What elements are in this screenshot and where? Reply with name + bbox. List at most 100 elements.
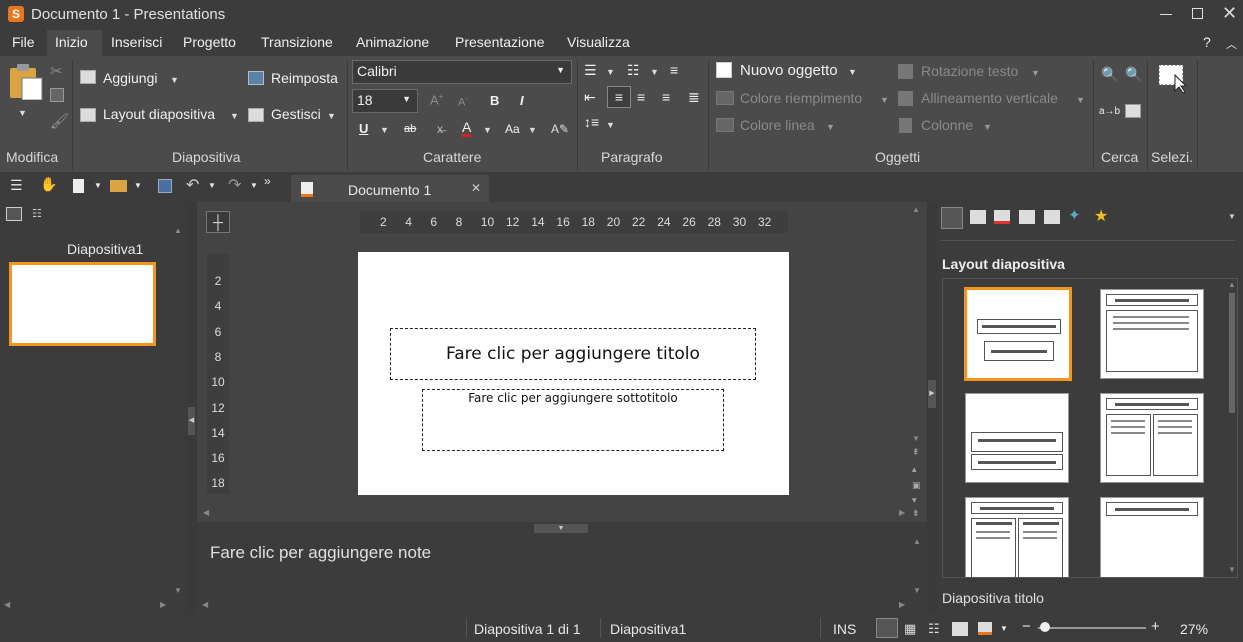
status-mode[interactable]: INS: [833, 621, 856, 637]
close-tab-icon[interactable]: ✕: [471, 181, 481, 195]
notes-scroll-left-icon[interactable]: ◀: [202, 600, 208, 609]
columns-dropdown-icon[interactable]: ▼: [983, 122, 992, 132]
more-icon[interactable]: »: [264, 174, 271, 188]
app-icon[interactable]: S: [8, 6, 24, 22]
align-right-icon[interactable]: ≡: [662, 89, 670, 105]
gestisci-dropdown-icon[interactable]: ▼: [327, 111, 336, 121]
font-size-select[interactable]: 18 ▼: [352, 89, 418, 113]
vertical-align-dropdown-icon[interactable]: ▼: [1076, 95, 1085, 105]
vertical-ruler[interactable]: 2 4 6 8 10 12 14 16 18: [207, 254, 229, 494]
left-panel-splitter[interactable]: ◀: [186, 202, 197, 614]
zoom-out-button[interactable]: −: [1022, 618, 1031, 635]
scroll-right-icon[interactable]: ▶: [160, 600, 166, 609]
scroll-down-icon[interactable]: ▼: [912, 434, 920, 443]
italic-button[interactable]: I: [520, 93, 524, 108]
scroll-up-icon[interactable]: ▲: [912, 205, 920, 214]
font-color-button[interactable]: A: [462, 120, 472, 137]
ruler-origin[interactable]: ┼: [206, 211, 230, 233]
save-icon[interactable]: [158, 179, 172, 193]
collapse-left-icon[interactable]: ◀: [188, 407, 195, 435]
slide-canvas[interactable]: Fare clic per aggiungere titolo Fare cli…: [358, 252, 789, 495]
panel-menu-icon[interactable]: ▼: [1228, 212, 1236, 221]
normal-view-icon[interactable]: [876, 618, 898, 638]
format-painter-icon[interactable]: 🖌: [50, 112, 69, 130]
notes-view-icon[interactable]: [952, 622, 968, 636]
subtitle-placeholder[interactable]: Fare clic per aggiungere sottotitolo: [422, 389, 724, 451]
star-icon[interactable]: ★: [1094, 206, 1108, 226]
numbered-list-icon[interactable]: ☷: [627, 62, 640, 79]
transition-panel-icon[interactable]: [970, 210, 986, 224]
collapse-ribbon-icon[interactable]: ︿: [1226, 36, 1237, 52]
layout-dropdown-icon[interactable]: ▼: [230, 111, 239, 121]
cut-icon[interactable]: ✂: [50, 62, 63, 80]
colore-linea-button[interactable]: Colore linea: [740, 117, 815, 133]
scroll-right-icon[interactable]: ▶: [899, 508, 905, 517]
scroll-left-icon[interactable]: ◀: [4, 600, 10, 609]
gallery-scrollbar[interactable]: ▲ ▼: [1227, 279, 1237, 577]
master-panel-icon[interactable]: [1044, 210, 1060, 224]
notes-area[interactable]: Fare clic per aggiungere note ▲ ▼ ◀ ▶: [197, 534, 927, 614]
layout-title-slide[interactable]: [964, 287, 1072, 381]
outline-view-status-icon[interactable]: ☷: [928, 621, 940, 637]
horizontal-ruler[interactable]: 2 4 6 8 10 12 14 16 18 20 22 24 26 28 30 32: [360, 211, 788, 233]
menu-inserisci[interactable]: Inserisci: [111, 34, 162, 50]
layout-diapositiva-button[interactable]: Layout diapositiva: [103, 106, 215, 122]
menu-animazione[interactable]: Animazione: [356, 34, 429, 50]
slideshow-icon[interactable]: [978, 622, 992, 635]
bold-button[interactable]: B: [490, 93, 499, 108]
gestisci-button[interactable]: Gestisci: [271, 106, 321, 122]
paragraph-spacing-dropdown-icon[interactable]: ▼: [606, 120, 615, 130]
hand-icon[interactable]: ✋: [40, 176, 57, 193]
menu-transizione[interactable]: Transizione: [261, 34, 333, 50]
open-folder-icon[interactable]: [110, 180, 127, 192]
notes-scroll-down-icon[interactable]: ▼: [913, 586, 921, 595]
bullet-list-icon[interactable]: ☰: [584, 62, 597, 79]
collapse-right-icon[interactable]: ▶: [928, 380, 936, 408]
colonne-button[interactable]: Colonne: [921, 117, 973, 133]
select-objects-icon[interactable]: [1157, 63, 1189, 93]
gallery-scroll-up-icon[interactable]: ▲: [1228, 280, 1236, 289]
right-panel-splitter[interactable]: ▶: [927, 202, 937, 614]
numbered-dropdown-icon[interactable]: ▼: [650, 67, 659, 77]
layout-two-content[interactable]: [1100, 393, 1204, 483]
paragraph-spacing-icon[interactable]: ↕≡: [584, 114, 599, 130]
rotation-dropdown-icon[interactable]: ▼: [1031, 68, 1040, 78]
prev-slide-icon[interactable]: ⇞: [912, 447, 920, 458]
undo-icon[interactable]: ↶: [186, 175, 199, 195]
allineamento-verticale-button[interactable]: Allineamento verticale: [921, 90, 1058, 106]
copy-icon[interactable]: [50, 88, 64, 102]
slide-sorter-icon[interactable]: ▦: [904, 621, 916, 637]
v-scrollbar[interactable]: [909, 206, 923, 524]
menu-visualizza[interactable]: Visualizza: [567, 34, 630, 50]
redo-icon[interactable]: ↷: [228, 175, 241, 195]
colore-riempimento-button[interactable]: Colore riempimento: [740, 90, 862, 106]
eraser-icon[interactable]: A✎: [551, 122, 569, 136]
effects-panel-icon[interactable]: ✦: [1068, 206, 1081, 224]
rotazione-testo-button[interactable]: Rotazione testo: [921, 63, 1018, 79]
design-panel-icon[interactable]: [1019, 210, 1035, 224]
grow-font-icon[interactable]: A+: [430, 92, 443, 107]
menu-file[interactable]: File: [12, 34, 35, 50]
notes-splitter[interactable]: ▼: [197, 522, 927, 534]
menu-progetto[interactable]: Progetto: [183, 34, 236, 50]
search-next-icon[interactable]: 🔍: [1125, 66, 1142, 83]
slideshow-dropdown-icon[interactable]: ▼: [1000, 624, 1008, 633]
gallery-scroll-down-icon[interactable]: ▼: [1228, 565, 1236, 574]
thumbnail-view-icon[interactable]: [6, 207, 22, 221]
paste-dropdown-icon[interactable]: ▼: [18, 108, 27, 118]
menu-presentazione[interactable]: Presentazione: [455, 34, 545, 50]
outline-view-icon[interactable]: ☷: [32, 207, 48, 221]
scroll-up-icon[interactable]: ▲: [174, 226, 182, 235]
maximize-icon[interactable]: [1192, 8, 1203, 19]
menu-icon[interactable]: ☰: [10, 177, 23, 194]
close-icon[interactable]: ✕: [1222, 3, 1237, 24]
h-scrollbar[interactable]: [202, 507, 907, 521]
next-page-icon[interactable]: ▾: [912, 495, 917, 506]
align-center-icon[interactable]: ≡: [637, 89, 645, 105]
aggiungi-button[interactable]: Aggiungi: [103, 70, 158, 86]
change-case-icon[interactable]: Aa: [505, 122, 520, 136]
align-left-button[interactable]: ≡: [607, 86, 631, 108]
notes-scroll-up-icon[interactable]: ▲: [913, 537, 921, 546]
fill-dropdown-icon[interactable]: ▼: [880, 95, 889, 105]
zoom-slider-thumb[interactable]: [1040, 622, 1050, 632]
